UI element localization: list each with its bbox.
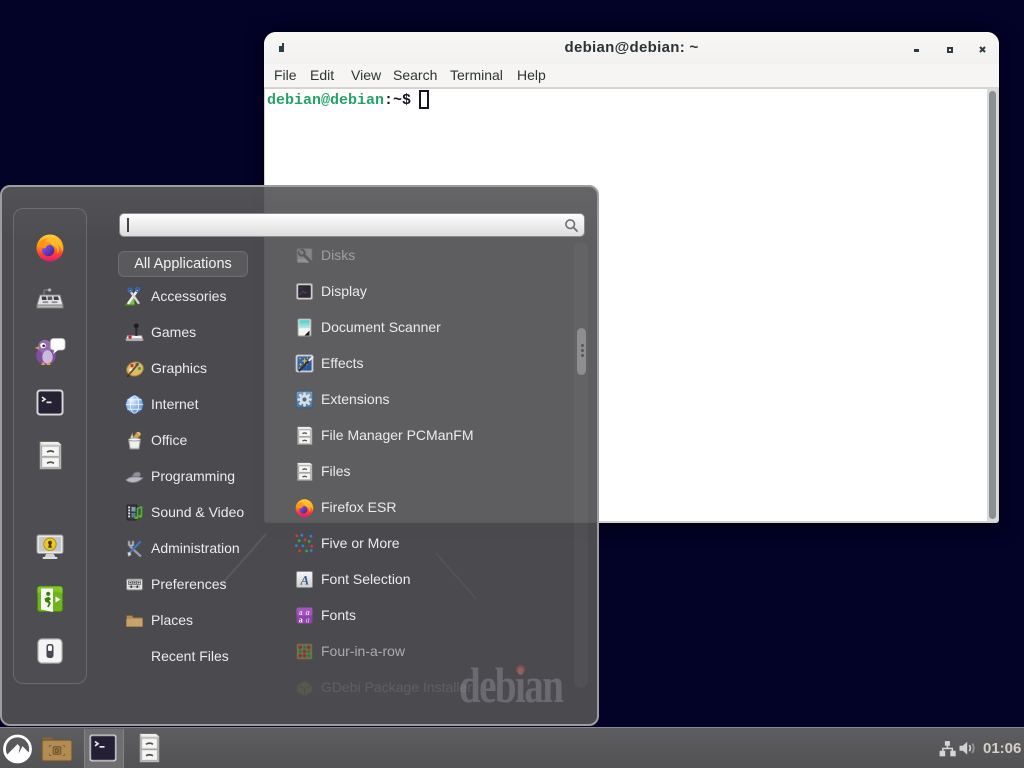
svg-text:a: a (299, 615, 303, 624)
svg-text:A: A (299, 572, 309, 587)
svg-text:D: D (55, 748, 59, 755)
svg-text:a: a (306, 615, 310, 624)
